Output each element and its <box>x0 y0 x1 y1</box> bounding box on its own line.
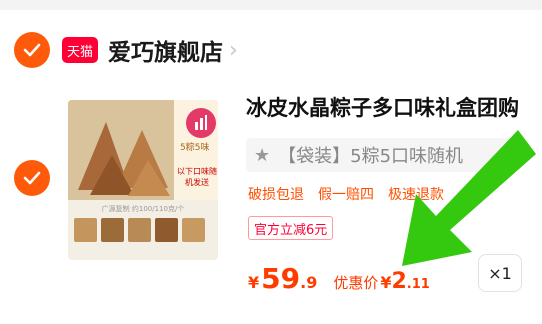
tmall-icon: 天猫 <box>62 37 98 63</box>
cart-item-card: 天猫 爱巧旗舰店 › 5粽5味 以下口味随机发送 广源复制 约100/110克/… <box>0 0 542 324</box>
thumb-tiles <box>74 218 205 242</box>
thumb-tile <box>74 218 97 242</box>
price-symbol: ¥ <box>248 273 260 292</box>
green-arrow-icon <box>402 130 536 266</box>
price-main: 59 <box>261 262 301 295</box>
flavor-badge-icon <box>186 108 216 138</box>
chevron-right-icon[interactable]: › <box>229 38 238 63</box>
thumb-tile <box>155 218 178 242</box>
store-name[interactable]: 爱巧旗舰店 <box>108 33 223 67</box>
tmall-badge-label: 天猫 <box>66 44 93 60</box>
thumb-tile <box>128 218 151 242</box>
store-check-icon[interactable] <box>14 32 50 68</box>
star-icon: ★ <box>254 144 271 166</box>
price-decimal: .9 <box>300 273 318 292</box>
thumb-tile <box>101 218 124 242</box>
promo-badge: 官方立减6元 <box>248 216 334 240</box>
product-thumbnail[interactable]: 5粽5味 以下口味随机发送 广源复制 约100/110克/个 <box>68 100 218 260</box>
item-check-icon[interactable] <box>14 160 50 196</box>
top-divider <box>0 0 542 10</box>
thumb-side-text: 以下口味随机发送 <box>177 167 217 187</box>
store-header[interactable]: 天猫 爱巧旗舰店 › <box>62 32 238 68</box>
service-tag: 破损包退 <box>248 187 304 203</box>
thumb-side-top: 5粽5味 <box>180 143 210 153</box>
thumb-caption: 广源复制 约100/110克/个 <box>101 205 185 213</box>
thumb-tile <box>182 218 205 242</box>
